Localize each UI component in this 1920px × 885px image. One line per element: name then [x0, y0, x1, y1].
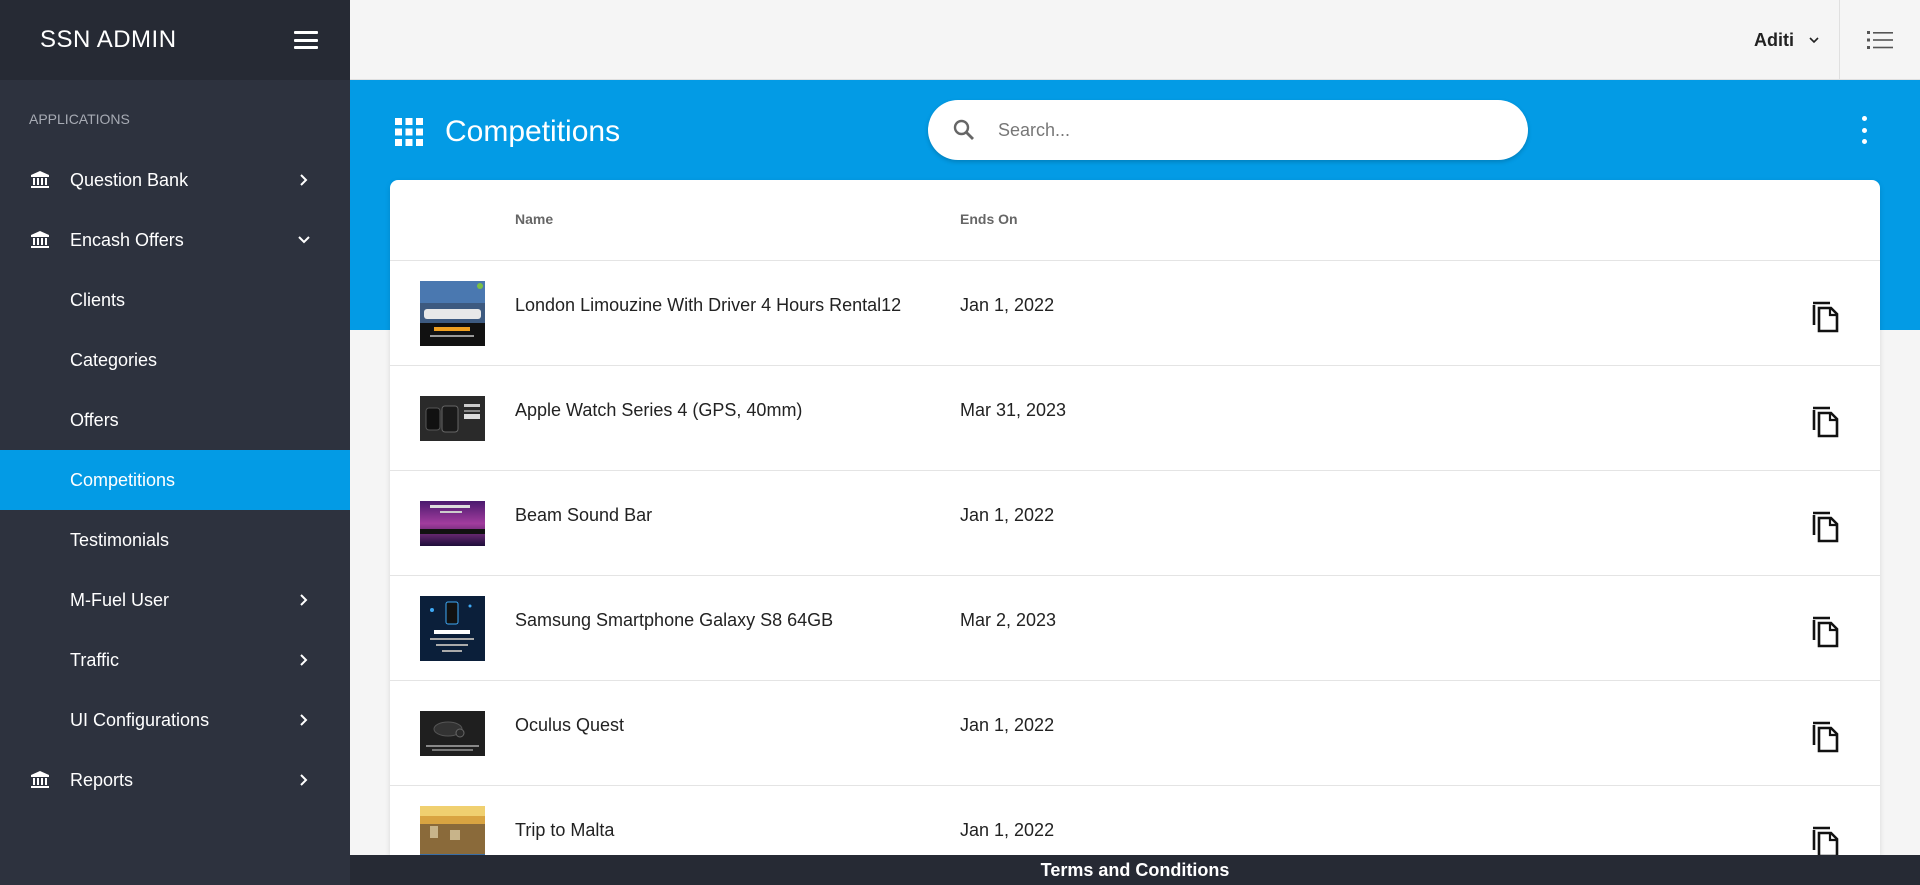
- sidebar-item-m-fuel-user[interactable]: M-Fuel User: [0, 570, 350, 630]
- copy-icon[interactable]: [1810, 614, 1840, 648]
- copy-icon[interactable]: [1810, 824, 1840, 855]
- sidebar-item-reports[interactable]: Reports: [0, 750, 350, 810]
- sidebar-item-ui-configurations[interactable]: UI Configurations: [0, 690, 350, 750]
- competition-name: Oculus Quest: [515, 715, 625, 735]
- sidebar-item-categories[interactable]: Categories: [0, 330, 350, 390]
- more-vertical-icon[interactable]: [1860, 116, 1868, 144]
- chevron-right-icon: [300, 654, 308, 666]
- sidebar-item-label: Categories: [70, 349, 158, 370]
- app-title: SSN ADMIN: [40, 26, 177, 53]
- copy-icon[interactable]: [1810, 404, 1840, 438]
- top-bar: Aditi: [350, 0, 1920, 80]
- sidebar-section-label: APPLICATIONS: [29, 111, 130, 127]
- table-row[interactable]: London Limouzine With Driver 4 Hours Ren…: [390, 261, 1880, 366]
- sidebar-item-label: Encash Offers: [70, 229, 184, 250]
- sidebar-item-competitions[interactable]: Competitions: [0, 450, 350, 510]
- competition-thumbnail: [420, 596, 485, 661]
- sidebar-item-label: Traffic: [70, 649, 120, 670]
- sidebar-item-traffic[interactable]: Traffic: [0, 630, 350, 690]
- chevron-right-icon: [300, 714, 308, 726]
- bank-icon: [30, 170, 50, 190]
- competition-name: Trip to Malta: [515, 820, 615, 840]
- sidebar-header: SSN ADMIN: [0, 0, 350, 80]
- sidebar-item-label: Offers: [70, 409, 119, 430]
- competition-ends-on: Jan 1, 2022: [960, 820, 1055, 840]
- table-row[interactable]: Trip to Malta Jan 1, 2022: [390, 786, 1880, 855]
- page-header: Competitions: [395, 112, 620, 152]
- page-title: Competitions: [445, 115, 621, 148]
- competition-ends-on: Jan 1, 2022: [960, 295, 1055, 315]
- sidebar: SSN ADMIN APPLICATIONS Question Bank Enc…: [0, 0, 350, 885]
- competition-ends-on: Mar 2, 2023: [960, 610, 1057, 630]
- search-input[interactable]: [998, 119, 1498, 141]
- bank-icon: [30, 770, 50, 790]
- chevron-down-icon: [1809, 37, 1819, 44]
- chevron-right-icon: [300, 774, 308, 786]
- competition-ends-on: Jan 1, 2022: [960, 505, 1055, 525]
- competition-thumbnail: [420, 711, 485, 756]
- sidebar-item-label: M-Fuel User: [70, 589, 170, 610]
- column-header-ends-on[interactable]: Ends On: [960, 211, 1018, 227]
- competition-ends-on: Jan 1, 2022: [960, 715, 1055, 735]
- sidebar-item-encash-offers[interactable]: Encash Offers: [0, 210, 350, 270]
- sidebar-item-clients[interactable]: Clients: [0, 270, 350, 330]
- competition-name: Beam Sound Bar: [515, 505, 653, 525]
- copy-icon[interactable]: [1810, 509, 1840, 543]
- sidebar-item-question-bank[interactable]: Question Bank: [0, 150, 350, 210]
- table-row[interactable]: Samsung Smartphone Galaxy S8 64GB Mar 2,…: [390, 576, 1880, 681]
- sidebar-item-label: Competitions: [70, 469, 176, 490]
- hamburger-menu-icon[interactable]: [294, 31, 318, 49]
- competition-name: Apple Watch Series 4 (GPS, 40mm): [515, 400, 803, 420]
- user-name: Aditi: [1754, 29, 1794, 50]
- apps-grid-icon: [395, 118, 423, 146]
- footer: Terms and Conditions: [350, 855, 1920, 885]
- table-row[interactable]: Oculus Quest Jan 1, 2022: [390, 681, 1880, 786]
- competition-thumbnail: [420, 281, 485, 346]
- sidebar-item-offers[interactable]: Offers: [0, 390, 350, 450]
- table-row[interactable]: Apple Watch Series 4 (GPS, 40mm) Mar 31,…: [390, 366, 1880, 471]
- competition-name: London Limouzine With Driver 4 Hours Ren…: [515, 295, 902, 315]
- competitions-table: Name Ends On London Limouzine With Drive…: [390, 180, 1880, 855]
- copy-icon[interactable]: [1810, 299, 1840, 333]
- sidebar-nav: Question Bank Encash Offers Clients Cate…: [0, 150, 350, 810]
- terms-link[interactable]: Terms and Conditions: [1041, 860, 1230, 881]
- table-row[interactable]: Beam Sound Bar Jan 1, 2022: [390, 471, 1880, 576]
- list-menu-icon[interactable]: [1840, 0, 1920, 80]
- search-box: [928, 100, 1528, 160]
- competition-thumbnail: [420, 396, 485, 441]
- table-header: Name Ends On: [390, 180, 1880, 261]
- sidebar-item-label: Clients: [70, 289, 126, 310]
- search-icon: [953, 119, 974, 140]
- competition-thumbnail: [420, 806, 485, 855]
- sidebar-item-testimonials[interactable]: Testimonials: [0, 510, 350, 570]
- competition-thumbnail: [420, 501, 485, 546]
- sidebar-item-label: UI Configurations: [70, 709, 210, 730]
- sidebar-item-label: Reports: [70, 769, 134, 790]
- column-header-name[interactable]: Name: [515, 211, 553, 227]
- chevron-right-icon: [300, 594, 308, 606]
- copy-icon[interactable]: [1810, 719, 1840, 753]
- sidebar-item-label: Testimonials: [70, 529, 170, 550]
- sidebar-item-label: Question Bank: [70, 169, 189, 190]
- bank-icon: [30, 230, 50, 250]
- competition-ends-on: Mar 31, 2023: [960, 400, 1067, 420]
- chevron-right-icon: [300, 174, 308, 186]
- user-menu[interactable]: Aditi: [1754, 0, 1820, 80]
- competition-name: Samsung Smartphone Galaxy S8 64GB: [515, 610, 834, 630]
- chevron-down-icon: [298, 236, 310, 244]
